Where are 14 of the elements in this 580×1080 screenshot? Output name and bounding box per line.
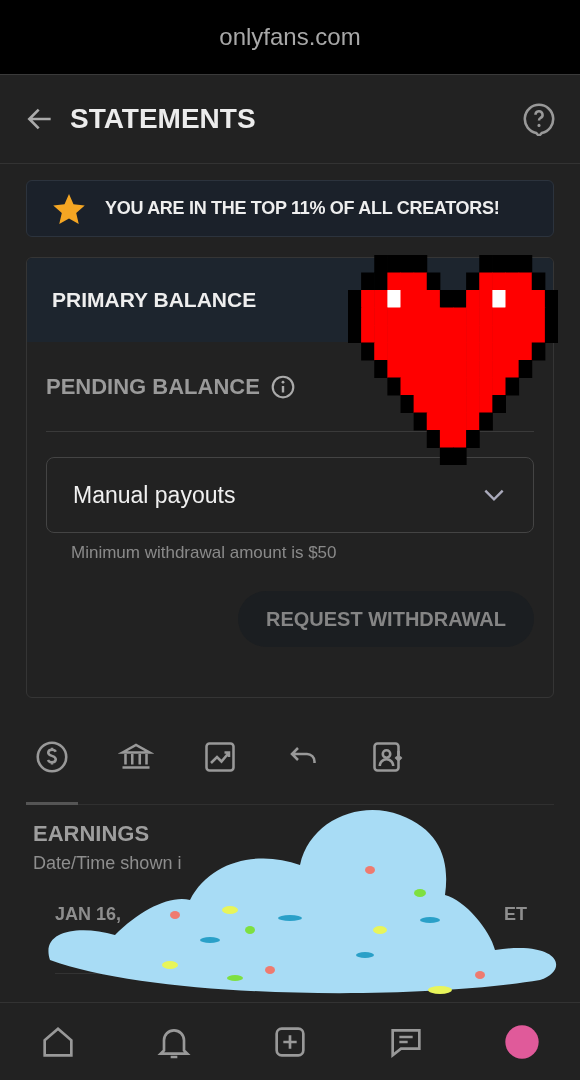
pending-balance-label: PENDING BALANCE [46,373,260,400]
table-cell-text: ET [504,904,527,926]
date-text: JAN 16, [55,904,122,926]
payout-dropdown[interactable]: Manual payouts [46,457,534,533]
dollar-icon [34,739,70,775]
section-title: EARNINGS [33,821,151,847]
chart-icon [202,739,238,775]
hint-text: Minimum withdrawal amount is $50 [71,543,338,563]
banner-text: YOU ARE IN THE TOP 11% OF ALL CREATORS! [105,198,500,219]
timezone-note: Date/Time shown i [33,853,183,874]
info-icon[interactable] [269,373,296,400]
page-title: STATEMENTS [70,103,257,135]
help-icon[interactable] [522,102,556,136]
url-text[interactable]: onlyfans.com [219,23,361,51]
